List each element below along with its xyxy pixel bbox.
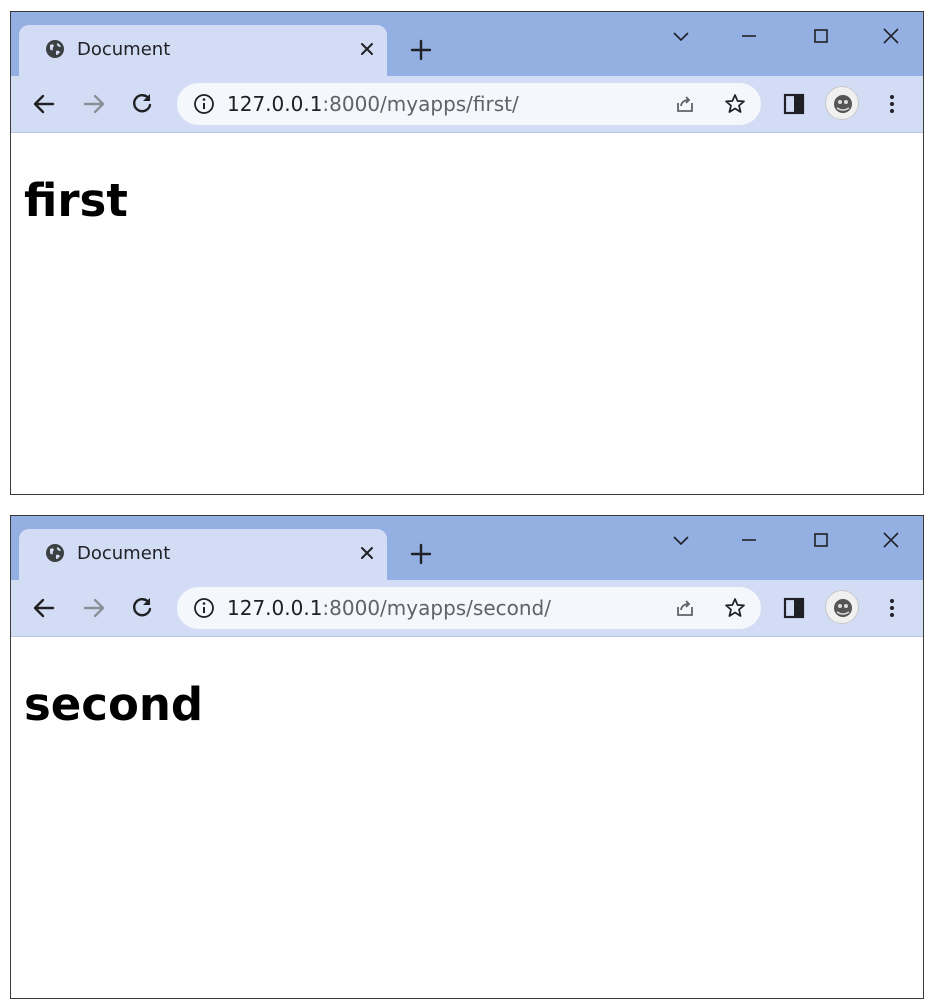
maximize-icon[interactable] (807, 22, 835, 50)
title-bar: Document (11, 516, 923, 580)
browser-tab[interactable]: Document (19, 25, 387, 76)
address-bar[interactable]: 127.0.0.1:8000/myapps/first/ (177, 83, 761, 125)
side-panel-icon[interactable] (781, 91, 807, 117)
star-icon[interactable] (723, 92, 747, 116)
url-text[interactable]: 127.0.0.1:8000/myapps/first/ (227, 93, 519, 115)
star-icon[interactable] (723, 596, 747, 620)
avatar-image (834, 95, 852, 113)
window-close-icon[interactable] (877, 22, 905, 50)
forward-arrow-icon[interactable] (81, 91, 107, 117)
page-heading: second (24, 678, 204, 731)
page-content: second (11, 637, 923, 998)
title-bar: Document (11, 12, 923, 76)
toolbar: 127.0.0.1:8000/myapps/first/ (11, 76, 923, 133)
globe-icon (46, 544, 64, 562)
back-arrow-icon[interactable] (31, 91, 57, 117)
minimize-icon[interactable] (735, 526, 763, 554)
page-heading: first (24, 174, 128, 227)
tab-title: Document (77, 543, 171, 564)
kebab-menu-icon[interactable] (879, 595, 905, 621)
info-icon[interactable] (193, 597, 215, 619)
tab-title: Document (77, 39, 171, 60)
maximize-icon[interactable] (807, 526, 835, 554)
window-close-icon[interactable] (877, 526, 905, 554)
browser-window-second: Document 127.0.0.1:8000/myapps/second/ s… (10, 515, 924, 999)
share-icon[interactable] (673, 92, 697, 116)
plus-icon[interactable] (409, 38, 433, 62)
share-icon[interactable] (673, 596, 697, 620)
plus-icon[interactable] (409, 542, 433, 566)
avatar-image (834, 599, 852, 617)
close-icon[interactable] (357, 543, 377, 563)
kebab-menu-icon[interactable] (879, 91, 905, 117)
reload-icon[interactable] (129, 91, 155, 117)
forward-arrow-icon[interactable] (81, 595, 107, 621)
side-panel-icon[interactable] (781, 595, 807, 621)
browser-window-first: Document 127.0.0.1:8000/myapps/first/ fi… (10, 11, 924, 495)
chevron-down-icon[interactable] (667, 22, 695, 50)
reload-icon[interactable] (129, 595, 155, 621)
back-arrow-icon[interactable] (31, 595, 57, 621)
browser-tab[interactable]: Document (19, 529, 387, 580)
address-bar[interactable]: 127.0.0.1:8000/myapps/second/ (177, 587, 761, 629)
toolbar: 127.0.0.1:8000/myapps/second/ (11, 580, 923, 637)
close-icon[interactable] (357, 39, 377, 59)
page-content: first (11, 133, 923, 494)
profile-avatar[interactable] (825, 590, 859, 624)
url-text[interactable]: 127.0.0.1:8000/myapps/second/ (227, 597, 551, 619)
globe-icon (46, 40, 64, 58)
info-icon[interactable] (193, 93, 215, 115)
profile-avatar[interactable] (825, 86, 859, 120)
minimize-icon[interactable] (735, 22, 763, 50)
chevron-down-icon[interactable] (667, 526, 695, 554)
